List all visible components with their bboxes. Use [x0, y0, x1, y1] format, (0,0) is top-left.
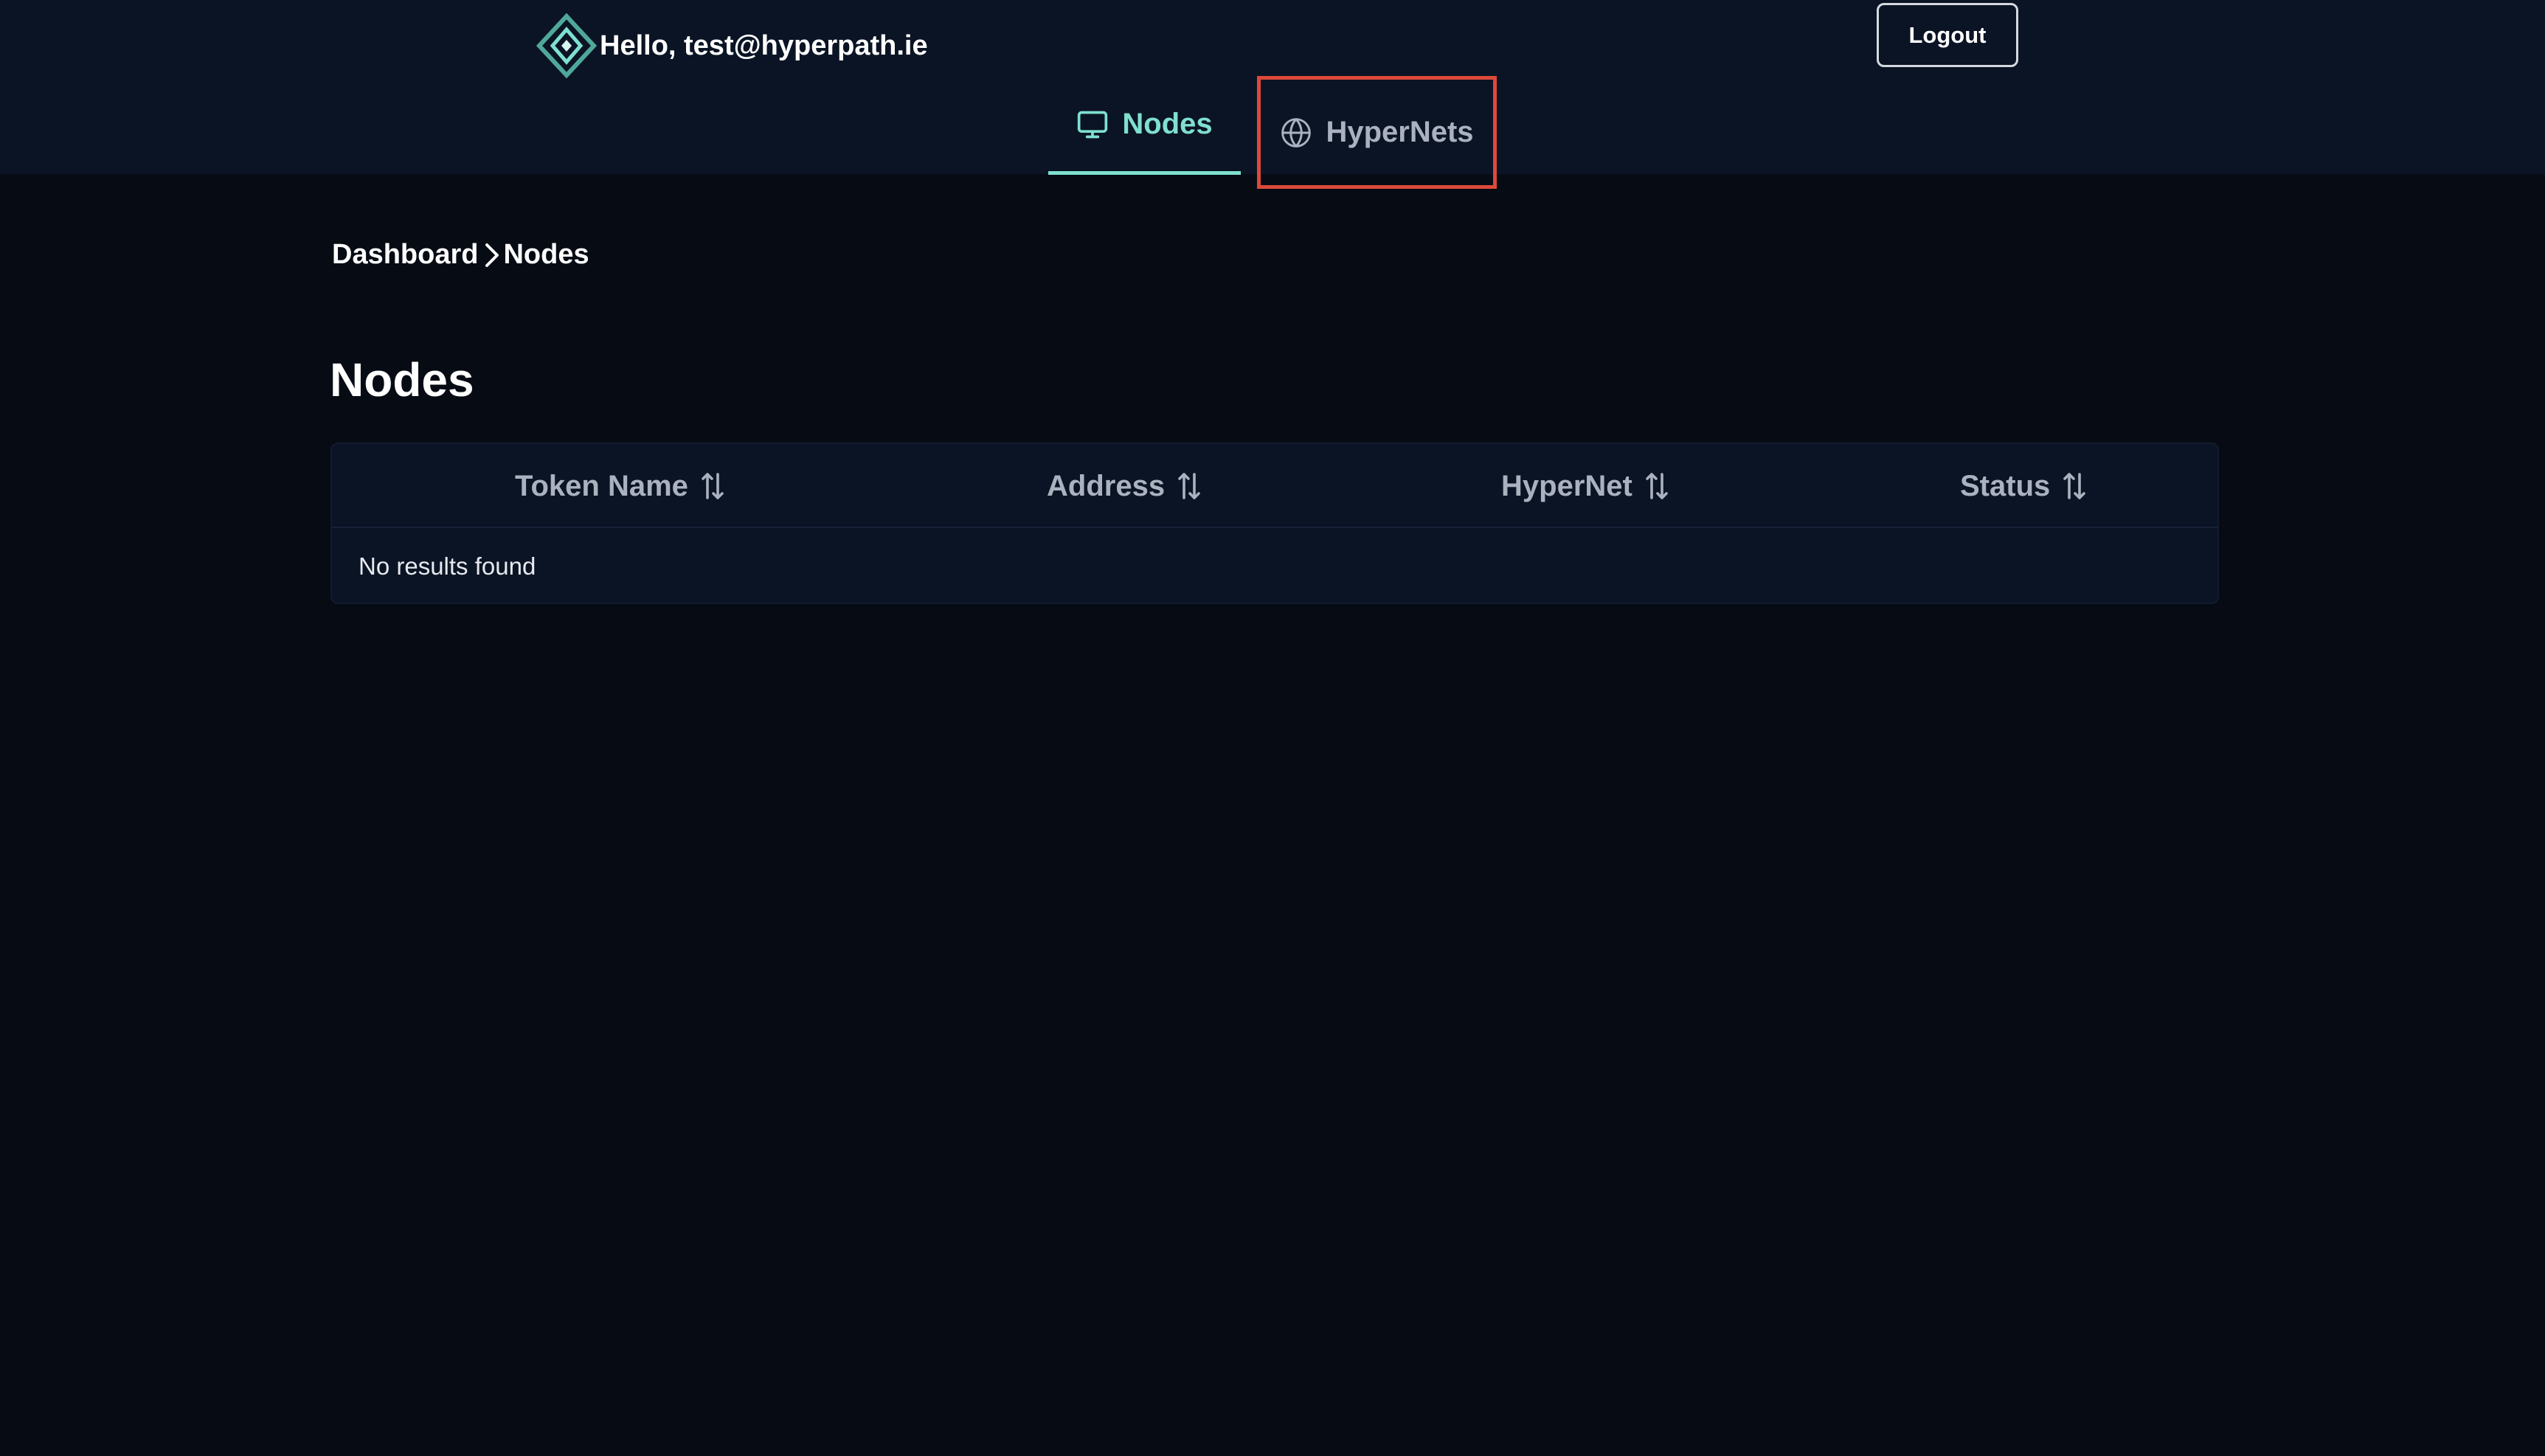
tab-hypernets-label: HyperNets	[1326, 116, 1474, 148]
column-header-status[interactable]: Status	[1960, 444, 2087, 528]
breadcrumb: Dashboard Nodes	[332, 235, 589, 275]
brand: Hello, test@hyperpath.ie	[536, 10, 928, 81]
breadcrumb-item-dashboard[interactable]: Dashboard	[332, 239, 478, 271]
tab-nodes-label: Nodes	[1122, 108, 1213, 140]
column-header-hypernet[interactable]: HyperNet	[1501, 444, 1669, 528]
sort-icon	[1646, 473, 1668, 499]
tab-hypernets[interactable]: HyperNets	[1257, 76, 1497, 189]
page-title: Nodes	[330, 353, 474, 406]
column-header-label: Address	[1047, 469, 1166, 502]
breadcrumb-item-nodes: Nodes	[503, 239, 589, 270]
globe-icon	[1281, 117, 1312, 148]
nodes-table: Token Name Address HyperNet Status No re…	[330, 443, 2219, 604]
logout-button[interactable]: Logout	[1877, 3, 2018, 67]
table-header: Token Name Address HyperNet Status	[332, 444, 2217, 528]
sort-icon	[702, 473, 724, 499]
column-header-token-name[interactable]: Token Name	[515, 444, 725, 528]
logo-icon	[536, 13, 597, 78]
tab-nodes[interactable]: Nodes	[1048, 77, 1241, 175]
monitor-icon	[1078, 111, 1108, 138]
column-header-label: HyperNet	[1501, 469, 1632, 502]
sort-icon	[1178, 473, 1200, 499]
top-header: Hello, test@hyperpath.ie Logout Nodes Hy…	[0, 0, 2545, 189]
chevron-right-icon	[485, 243, 499, 267]
column-header-address[interactable]: Address	[1047, 444, 1202, 528]
column-header-label: Status	[1960, 469, 2051, 502]
column-header-label: Token Name	[515, 469, 688, 502]
empty-state-message: No results found	[359, 552, 536, 580]
greeting-text: Hello, test@hyperpath.ie	[600, 30, 928, 61]
sort-icon	[2063, 473, 2086, 499]
